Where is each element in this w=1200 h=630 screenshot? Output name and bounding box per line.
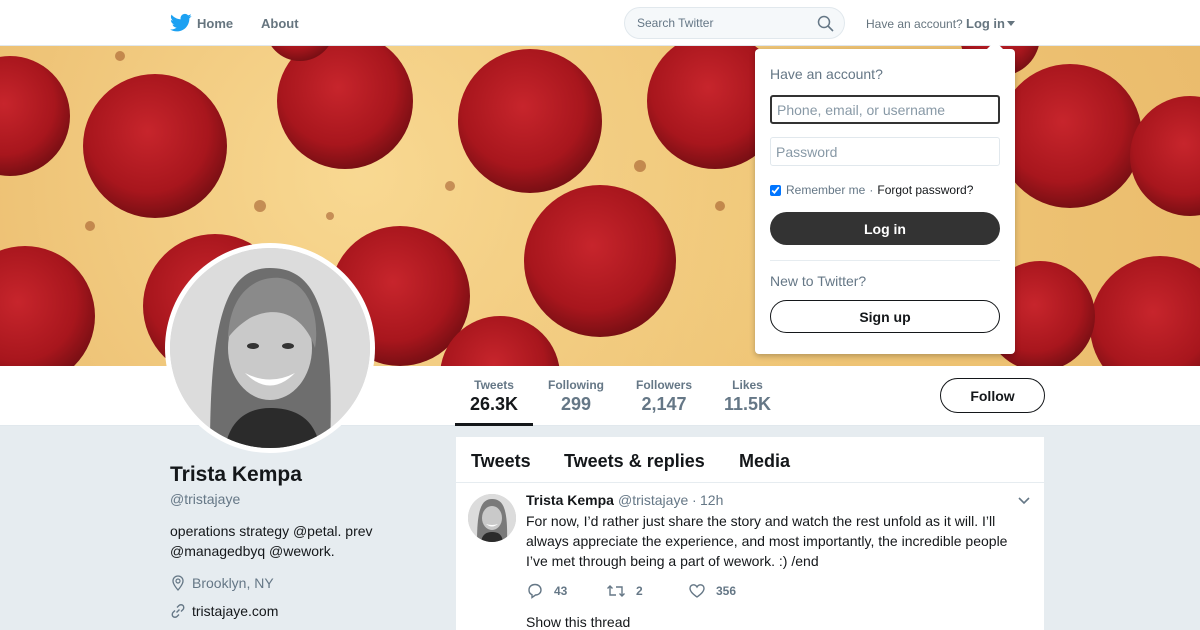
avatar-photo: [170, 248, 370, 448]
search-box[interactable]: Search Twitter: [624, 7, 845, 39]
username-field[interactable]: [770, 95, 1000, 124]
search-icon[interactable]: [817, 15, 834, 32]
tweet-avatar-photo: [468, 494, 516, 542]
follow-button[interactable]: Follow: [940, 378, 1045, 413]
reply-count: 43: [554, 584, 568, 598]
timeline: Tweets Tweets & replies Media Trista Kem…: [456, 437, 1044, 630]
like-button[interactable]: 356: [688, 582, 736, 600]
tweet-author-handle[interactable]: @tristajaye: [618, 492, 688, 508]
have-account-text: Have an account?: [866, 17, 963, 31]
active-stat-underline: [455, 423, 533, 426]
password-field[interactable]: [770, 137, 1000, 166]
login-dropdown-title: Have an account?: [770, 66, 883, 82]
heart-icon: [689, 584, 705, 598]
retweet-button[interactable]: 2: [606, 582, 643, 600]
stat-following[interactable]: Following 299: [548, 378, 604, 415]
show-thread-link[interactable]: Show this thread: [526, 614, 630, 630]
profile-website[interactable]: tristajaye.com: [170, 603, 278, 619]
stat-value: 26.3K: [470, 394, 519, 414]
chevron-down-icon[interactable]: [1007, 21, 1015, 26]
chevron-down-icon[interactable]: [1018, 497, 1030, 505]
stat-label: Likes: [732, 378, 763, 392]
tweet-separator: ·: [692, 492, 697, 508]
website-link[interactable]: tristajaye.com: [192, 603, 278, 619]
like-count: 356: [716, 584, 737, 598]
stat-followers[interactable]: Followers 2,147: [636, 378, 692, 415]
profile-location: Brooklyn, NY: [170, 575, 274, 591]
retweet-icon: [607, 585, 625, 597]
stat-label: Following: [548, 378, 604, 392]
stat-label: Tweets: [474, 378, 514, 392]
tweet-actions: 43 2 356: [526, 582, 766, 602]
login-dropdown-toggle[interactable]: Log in: [966, 16, 1005, 31]
reply-icon: [528, 583, 542, 599]
twitter-bird-icon[interactable]: [170, 13, 192, 33]
profile-bio: operations strategy @petal. prev @manage…: [170, 523, 373, 559]
retweet-count: 2: [636, 584, 643, 598]
stat-tweets[interactable]: Tweets 26.3K: [470, 378, 518, 415]
tweet-item[interactable]: Trista Kempa @tristajaye · 12h For now, …: [456, 437, 1044, 630]
remember-me-label[interactable]: Remember me: [786, 183, 865, 197]
nav-about-link[interactable]: About: [261, 16, 299, 31]
stat-value: 299: [560, 394, 592, 414]
new-to-twitter-text: New to Twitter?: [770, 273, 867, 289]
login-dropdown: Have an account? Remember me · Forgot pa…: [755, 41, 1015, 354]
stat-value: 2,147: [641, 394, 687, 414]
stat-value: 11.5K: [724, 394, 772, 414]
remember-separator: ·: [869, 183, 874, 197]
location-pin-icon: [172, 575, 184, 591]
profile-avatar[interactable]: [165, 243, 375, 453]
remember-row: Remember me · Forgot password?: [770, 183, 973, 197]
top-nav: Home About Search Twitter Have an accoun…: [0, 0, 1200, 46]
signup-button[interactable]: Sign up: [770, 300, 1000, 333]
location-text: Brooklyn, NY: [192, 575, 274, 591]
link-icon: [171, 604, 185, 618]
stat-label: Followers: [636, 378, 693, 392]
tweet-text: For now, I’d rather just share the story…: [526, 513, 1008, 569]
tweet-author-name[interactable]: Trista Kempa: [526, 492, 614, 508]
tweet-timestamp[interactable]: 12h: [700, 492, 723, 508]
nav-home-link[interactable]: Home: [197, 16, 233, 31]
profile-handle[interactable]: @tristajaye: [170, 491, 240, 507]
reply-button[interactable]: 43: [526, 582, 567, 600]
divider: [770, 260, 1000, 261]
profile-name[interactable]: Trista Kempa: [170, 463, 302, 487]
tweet-avatar[interactable]: [468, 494, 516, 542]
login-button[interactable]: Log in: [770, 212, 1000, 245]
remember-me-checkbox[interactable]: [770, 184, 781, 196]
forgot-password-link[interactable]: Forgot password?: [877, 183, 973, 197]
search-input[interactable]: Search Twitter: [637, 16, 713, 30]
stat-likes[interactable]: Likes 11.5K: [724, 378, 771, 415]
